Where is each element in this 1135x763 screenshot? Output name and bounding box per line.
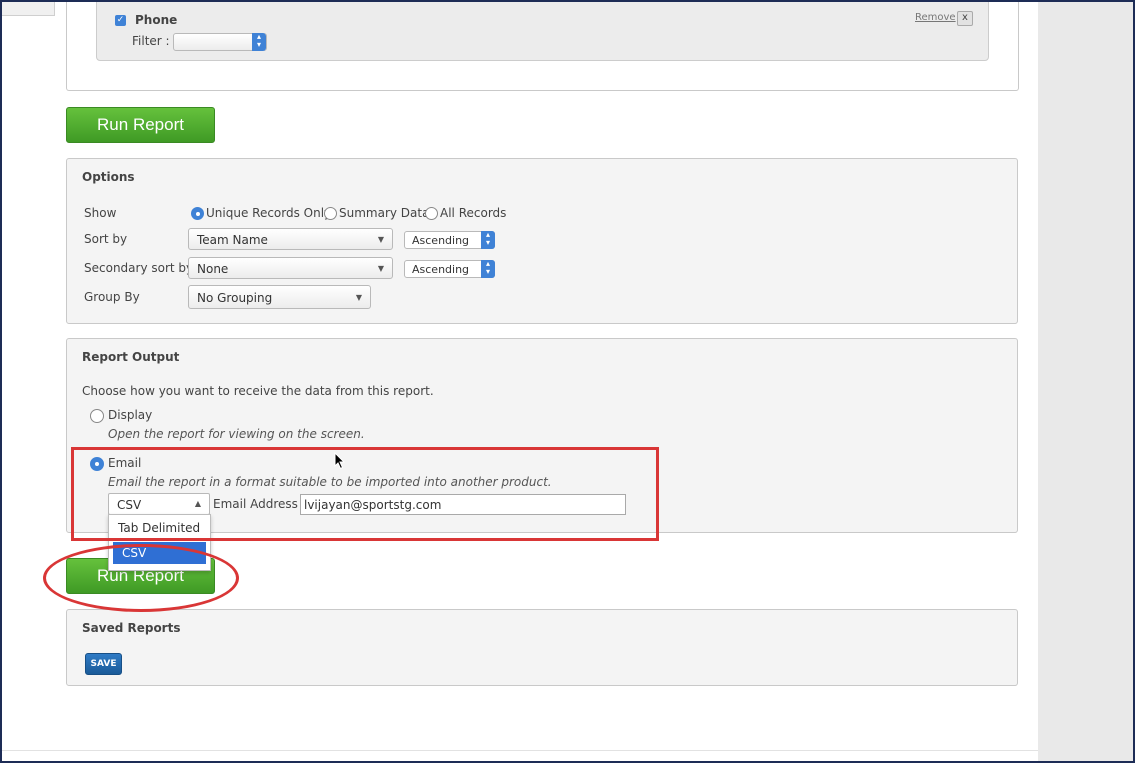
filter-select-spinner: ▴ ▾ [252,33,266,51]
format-value: CSV [117,498,142,512]
group-by-label: Group By [84,290,140,304]
show-summary-radio[interactable] [324,207,337,220]
display-radio[interactable] [90,409,104,423]
report-output-panel: Report Output Choose how you want to rec… [66,338,1018,533]
chevron-down-icon: ▼ [355,293,362,302]
format-dropdown-list: Tab Delimited CSV [108,514,211,571]
chevron-down-icon: ▼ [377,264,384,273]
options-panel: Options Show Unique Records Only Summary… [66,158,1018,324]
options-title: Options [82,170,135,184]
show-label: Show [84,206,117,220]
show-unique-label: Unique Records Only [206,206,332,220]
mouse-pointer-icon [334,452,346,470]
remove-link[interactable]: Remove [915,12,956,23]
checkmark-icon[interactable]: ✓ [115,15,126,26]
secondary-sort-order-select[interactable]: Ascending ▴ ▾ [404,260,495,278]
show-all-label: All Records [440,206,507,220]
display-desc: Open the report for viewing on the scree… [108,427,365,441]
spinner-icon: ▴ ▾ [481,231,495,249]
sort-by-label: Sort by [84,232,128,246]
secondary-sort-select[interactable]: None ▼ [188,257,393,279]
show-summary-label: Summary Data [339,206,430,220]
spinner-icon: ▴ ▾ [481,260,495,278]
top-left-tab [0,0,55,16]
chevron-up-icon: ▲ [194,499,201,508]
format-select[interactable]: CSV ▲ [108,493,210,515]
field-name: Phone [135,13,178,27]
email-desc: Email the report in a format suitable to… [108,475,552,489]
format-option-tab-delimited[interactable]: Tab Delimited [109,517,208,539]
footer-divider [0,750,1038,751]
secondary-sort-value: None [197,262,229,276]
email-address-input[interactable]: lvijayan@sportstg.com [300,494,626,515]
sort-by-order-select[interactable]: Ascending ▴ ▾ [404,231,495,249]
output-intro: Choose how you want to receive the data … [82,384,434,398]
email-radio[interactable] [90,457,104,471]
run-report-button-top[interactable]: Run Report [66,107,215,143]
sort-by-order-value: Ascending [412,234,470,247]
report-output-title: Report Output [82,350,180,364]
secondary-sort-label: Secondary sort by [84,261,194,275]
spinner-icon: ▴ ▾ [252,33,266,51]
sort-by-select[interactable]: Team Name ▼ [188,228,393,250]
display-label: Display [108,408,153,422]
filter-label: Filter : [132,34,170,48]
show-all-radio[interactable] [425,207,438,220]
email-address-label: Email Address [213,497,298,511]
email-label: Email [108,456,142,470]
filter-select[interactable]: ▴ ▾ [173,33,267,51]
saved-reports-panel: Saved Reports [66,609,1018,686]
group-by-select[interactable]: No Grouping ▼ [188,285,371,309]
group-by-value: No Grouping [197,291,273,305]
show-unique-radio[interactable] [191,207,204,220]
field-row-phone: ✓ Phone Filter : ▴ ▾ Remove x [96,0,989,61]
save-button[interactable]: SAVE [85,653,122,675]
remove-x-button[interactable]: x [957,11,973,26]
saved-reports-title: Saved Reports [82,621,181,635]
secondary-sort-order-value: Ascending [412,263,470,276]
page-right-gutter [1038,0,1133,761]
chevron-down-icon: ▼ [377,235,384,244]
sort-by-value: Team Name [197,233,268,247]
format-option-csv[interactable]: CSV [113,542,206,564]
